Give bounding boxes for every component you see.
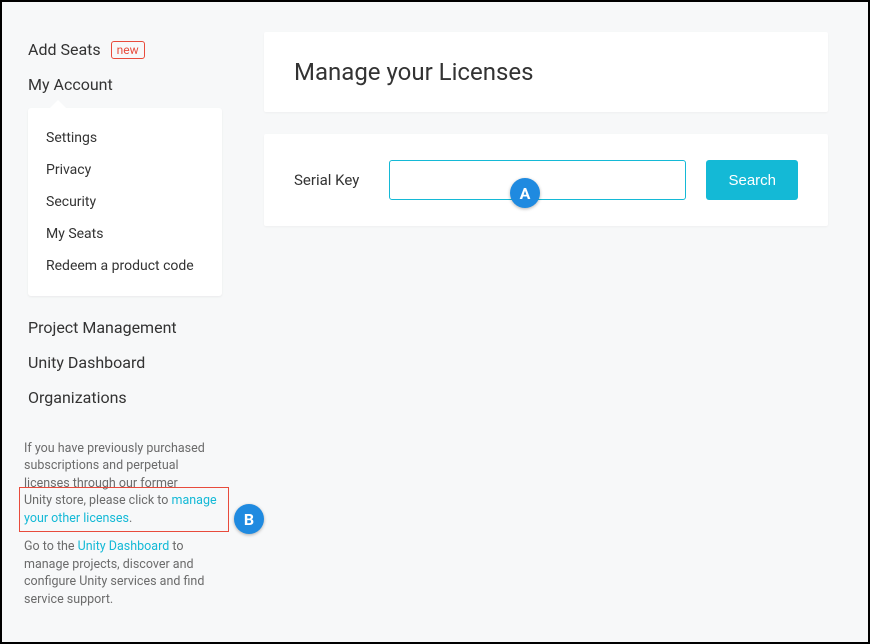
highlight-box: Unity store, please click to manage your… (19, 487, 229, 532)
title-card: Manage your Licenses (264, 32, 828, 112)
sidebar-info: If you have previously purchased subscri… (24, 440, 224, 623)
search-button[interactable]: Search (706, 160, 798, 200)
search-card: Serial Key Search (264, 134, 828, 226)
nav-unity-dashboard[interactable]: Unity Dashboard (28, 345, 222, 380)
submenu-security[interactable]: Security (46, 186, 204, 218)
link-unity-dashboard[interactable]: Unity Dashboard (78, 539, 170, 554)
page-title: Manage your Licenses (294, 58, 798, 86)
serial-key-input[interactable] (389, 160, 686, 200)
nav-organizations[interactable]: Organizations (28, 380, 222, 415)
my-account-submenu: Settings Privacy Security My Seats Redee… (28, 108, 222, 296)
info-text-1a: If you have previously purchased subscri… (24, 441, 205, 491)
submenu-redeem[interactable]: Redeem a product code (46, 250, 204, 282)
submenu-settings[interactable]: Settings (46, 122, 204, 154)
submenu-my-seats[interactable]: My Seats (46, 218, 204, 250)
sidebar: Add Seats new My Account Settings Privac… (2, 2, 242, 642)
info-text-1c: . (129, 511, 132, 526)
submenu-privacy[interactable]: Privacy (46, 154, 204, 186)
new-badge: new (111, 41, 145, 59)
nav-add-seats[interactable]: Add Seats new (28, 32, 222, 67)
info-text-1b: Unity store, please click to (24, 493, 171, 508)
nav-my-account-label: My Account (28, 75, 113, 94)
nav-my-account[interactable]: My Account (28, 67, 222, 102)
serial-key-label: Serial Key (294, 171, 369, 189)
nav-project-management[interactable]: Project Management (28, 310, 222, 345)
info-text-2a: Go to the (24, 539, 78, 554)
main-content: Manage your Licenses Serial Key Search (242, 2, 868, 642)
nav-add-seats-label: Add Seats (28, 40, 101, 59)
